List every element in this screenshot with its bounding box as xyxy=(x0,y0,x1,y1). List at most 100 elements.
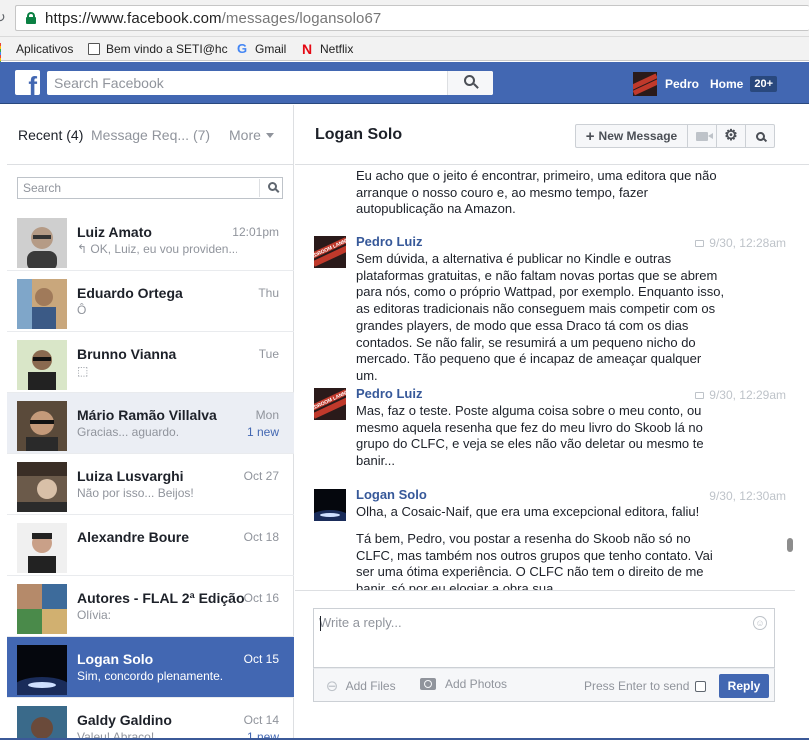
search-icon[interactable] xyxy=(268,182,277,191)
sender-avatar: PEDROOM LANNE xyxy=(314,388,346,420)
bookmark-apps[interactable]: Aplicativos xyxy=(0,40,74,70)
browser-address-bar: ↻ https://www.facebook.com/messages/loga… xyxy=(0,0,809,37)
conversation-time: Tue xyxy=(258,347,279,361)
search-icon xyxy=(755,131,765,141)
conversation-item-active[interactable]: Logan Solo Oct 15 Sim, concordo plenamen… xyxy=(7,637,294,698)
avatar xyxy=(17,645,67,695)
avatar xyxy=(17,584,67,634)
conversation-item[interactable]: Autores - FLAL 2ª Edição Oct 16 Olívia: xyxy=(7,576,294,637)
conversation-item[interactable]: Mário Ramão Villalva Mon Gracias... agua… xyxy=(7,393,294,454)
profile-avatar xyxy=(633,72,657,96)
avatar xyxy=(17,706,67,740)
avatar xyxy=(17,401,67,451)
reply-composer: ☺ ⊘ Add Files Add Photos Press Enter to … xyxy=(295,590,795,740)
tab-more[interactable]: More xyxy=(229,127,274,143)
press-enter-checkbox[interactable] xyxy=(695,680,707,692)
paperclip-icon: ⊘ xyxy=(321,675,343,697)
bookmarks-bar: Aplicativos Bem vindo a SETI@hc G Gmail … xyxy=(0,37,809,70)
scrollbar-thumb[interactable] xyxy=(787,538,793,552)
conversation-item[interactable]: Brunno Vianna Tue ⬚ xyxy=(7,332,294,393)
message-time: 9/30, 12:30am xyxy=(709,489,786,503)
conversation-item[interactable]: Eduardo Ortega Thu Ô xyxy=(7,271,294,332)
tab-recent-count: (4) xyxy=(66,127,84,143)
message-sender[interactable]: Pedro Luiz xyxy=(356,386,422,401)
bookmark-seti[interactable]: Bem vindo a SETI@hc xyxy=(88,40,228,58)
bookmark-label: Netflix xyxy=(320,42,354,56)
message-sender[interactable]: Pedro Luiz xyxy=(356,234,422,249)
url-field[interactable]: https://www.facebook.com/messages/logans… xyxy=(15,5,809,31)
tab-recent[interactable]: Recent (4) xyxy=(18,127,83,143)
video-camera-icon xyxy=(696,131,713,141)
conversation-name: Luiz Amato xyxy=(77,224,152,240)
conversation-search-input[interactable] xyxy=(23,180,253,196)
search-thread-button[interactable] xyxy=(746,124,775,148)
conversation-time: 12:01pm xyxy=(232,225,279,239)
conversation-time: Oct 18 xyxy=(243,530,279,544)
document-icon xyxy=(88,43,100,55)
reply-input[interactable] xyxy=(319,615,739,659)
settings-button[interactable]: ⚙ xyxy=(717,124,746,148)
gear-icon: ⚙ xyxy=(724,127,738,144)
message-timestamp: 9/30, 12:29am xyxy=(695,388,786,402)
conversation-name: Luiza Lusvarghi xyxy=(77,468,184,484)
message-text: Olha, a Cosaic-Naif, que era uma excepci… xyxy=(356,504,700,519)
google-icon: G xyxy=(237,41,248,56)
message-text: Mas, faz o teste. Poste alguma coisa sob… xyxy=(356,403,704,469)
thread-scrollbar[interactable] xyxy=(795,166,809,606)
chat-bubble-icon xyxy=(695,392,705,399)
emoji-icon[interactable]: ☺ xyxy=(753,616,767,630)
message-thread[interactable]: Eu acho que o jeito é encontrar, primeir… xyxy=(295,166,795,590)
avatar xyxy=(17,523,67,573)
reply-button[interactable]: Reply xyxy=(719,674,769,698)
bookmark-gmail[interactable]: G Gmail xyxy=(237,40,286,58)
avatar xyxy=(17,218,67,268)
lock-icon xyxy=(26,12,36,24)
press-enter-label: Press Enter to send xyxy=(584,679,690,693)
conversation-name: Alexandre Boure xyxy=(77,529,190,545)
divider xyxy=(259,179,260,197)
profile-link[interactable]: Pedro xyxy=(633,72,699,96)
reply-box: ☺ xyxy=(313,608,775,668)
press-enter-toggle[interactable]: Press Enter to send xyxy=(584,679,707,693)
bookmark-label: Gmail xyxy=(255,42,287,56)
conversation-name: Eduardo Ortega xyxy=(77,285,183,301)
conversation-snippet: ↰ OK, Luiz, eu vou providen... xyxy=(77,242,237,256)
composer-toolbar: ⊘ Add Files Add Photos Press Enter to se… xyxy=(313,668,775,702)
bookmark-label: Aplicativos xyxy=(16,42,74,56)
conversation-item[interactable]: Galdy Galdino Oct 14 Valeu! Abraço! 1 ne… xyxy=(7,698,294,740)
tab-recent-label: Recent xyxy=(18,127,63,143)
tab-message-requests[interactable]: Message Req... (7) xyxy=(91,127,210,143)
new-message-button[interactable]: + New Message xyxy=(575,124,688,148)
conversation-item[interactable]: Luiz Amato 12:01pm ↰ OK, Luiz, eu vou pr… xyxy=(7,210,294,271)
message-text: Eu acho que o jeito é encontrar, primeir… xyxy=(356,168,717,217)
conversation-item[interactable]: Luiza Lusvarghi Oct 27 Não por isso... B… xyxy=(7,454,294,515)
add-files-label: Add Files xyxy=(345,679,396,693)
conversation-search xyxy=(17,177,283,199)
conversation-time: Thu xyxy=(258,286,279,300)
conversation-item[interactable]: Alexandre Boure Oct 18 xyxy=(7,515,294,576)
add-photos-button[interactable]: Add Photos xyxy=(420,677,507,691)
conversation-snippet: Não por isso... Beijos! xyxy=(77,486,194,500)
conversation-time: Oct 15 xyxy=(243,652,279,666)
conversation-time: Mon xyxy=(255,408,279,422)
sidebar-header: Recent (4) Message Req... (7) More xyxy=(7,105,294,165)
facebook-logo-icon[interactable]: f xyxy=(15,70,40,95)
bookmark-netflix[interactable]: N Netflix xyxy=(302,40,353,58)
conversation-name: Mário Ramão Villalva xyxy=(77,407,217,423)
message-time: 9/30, 12:28am xyxy=(709,236,786,250)
facebook-search xyxy=(47,71,493,95)
video-call-button[interactable] xyxy=(688,124,717,148)
search-button[interactable] xyxy=(447,71,493,95)
chat-bubble-icon xyxy=(695,240,705,247)
message-time: 9/30, 12:29am xyxy=(709,388,786,402)
chevron-down-icon xyxy=(265,133,274,138)
avatar xyxy=(17,462,67,512)
new-message-badge: 1 new xyxy=(246,425,279,439)
reload-icon[interactable]: ↻ xyxy=(0,10,8,24)
home-link[interactable]: Home 20+ xyxy=(710,72,778,96)
message-sender[interactable]: Logan Solo xyxy=(356,487,427,502)
facebook-search-input[interactable] xyxy=(54,74,444,92)
conversation-snippet: Sim, concordo plenamente. xyxy=(77,669,224,683)
conversation-time: Oct 16 xyxy=(243,591,279,605)
add-files-button[interactable]: ⊘ Add Files xyxy=(321,676,396,697)
